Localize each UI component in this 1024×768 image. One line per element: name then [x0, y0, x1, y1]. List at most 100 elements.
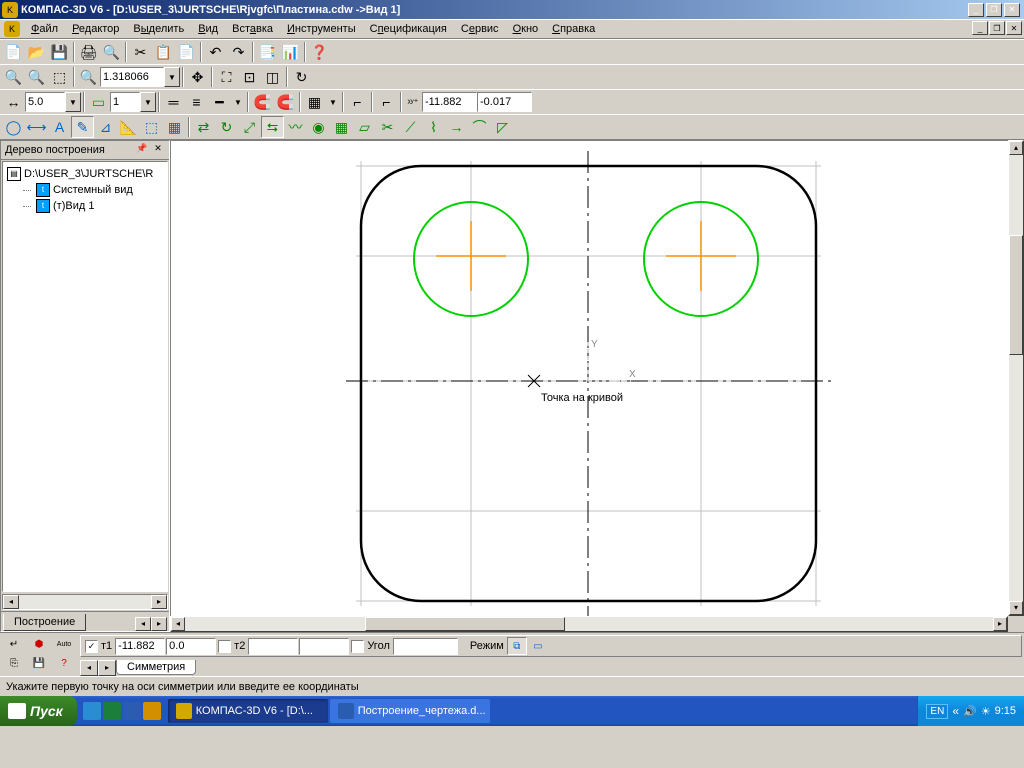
edit-button[interactable]: ✎: [71, 116, 94, 138]
cursor-step-button[interactable]: ↔: [2, 91, 25, 113]
taskbar-kompas[interactable]: КОМПАС-3D V6 - [D:\...: [168, 699, 328, 723]
zoom-in-button[interactable]: 🔍: [2, 66, 25, 88]
tool-copy-grid[interactable]: ▦: [330, 116, 353, 138]
close-button[interactable]: ✕: [1004, 3, 1020, 17]
linestyle-button[interactable]: ═: [162, 91, 185, 113]
zoom-combo[interactable]: ▼: [100, 67, 180, 87]
scroll-right[interactable]: ▸: [993, 617, 1007, 631]
undo-button[interactable]: ↶: [204, 41, 227, 63]
zoom-prev-button[interactable]: ◫: [261, 66, 284, 88]
refresh-button[interactable]: ↻: [290, 66, 313, 88]
geom-button[interactable]: ◯: [2, 116, 25, 138]
prop-stop-button[interactable]: ⬢: [27, 635, 51, 653]
measure-button[interactable]: 📐: [117, 116, 140, 138]
menu-tools[interactable]: Инструменты: [280, 21, 363, 37]
t2-x-input[interactable]: [248, 638, 298, 655]
tray-volume-icon[interactable]: 🔊: [963, 705, 977, 718]
variables-button[interactable]: 📊: [279, 41, 302, 63]
build-tree[interactable]: ▤ D:\USER_3\JURTSCHE\R t Системный вид t…: [2, 161, 168, 592]
mode-move-button[interactable]: ▭: [528, 637, 548, 655]
layer-combo[interactable]: ▼: [110, 92, 156, 112]
tool-copy-curve[interactable]: 〰: [284, 116, 307, 138]
scroll-up[interactable]: ▴: [1009, 141, 1023, 155]
mdi-close[interactable]: ✕: [1006, 21, 1022, 35]
properties-button[interactable]: 📑: [256, 41, 279, 63]
zoom-out-button[interactable]: 🔍: [25, 66, 48, 88]
vscroll-thumb[interactable]: [1009, 235, 1023, 355]
new-button[interactable]: 📄: [2, 41, 25, 63]
prop-remember[interactable]: 💾: [27, 654, 51, 672]
cut-button[interactable]: ✂: [129, 41, 152, 63]
prop-tab-symmetry[interactable]: Симметрия: [116, 660, 196, 675]
open-button[interactable]: 📂: [25, 41, 48, 63]
pan-button[interactable]: ✥: [186, 66, 209, 88]
scroll-down[interactable]: ▾: [1009, 601, 1023, 615]
step-dropdown[interactable]: ▼: [65, 92, 81, 112]
step-combo[interactable]: ▼: [25, 92, 81, 112]
save-button[interactable]: 💾: [48, 41, 71, 63]
tool-break[interactable]: ⌇: [422, 116, 445, 138]
zoom-scale-button[interactable]: 🔍: [77, 66, 100, 88]
drawing-canvas[interactable]: Y X Точка на кривой: [170, 140, 1024, 632]
menu-view[interactable]: Вид: [191, 21, 225, 37]
t2-y-input[interactable]: [299, 638, 349, 655]
tool-mirror[interactable]: ⮀: [261, 116, 284, 138]
start-button[interactable]: Пуск: [0, 696, 77, 726]
tool-copy-circle[interactable]: ◉: [307, 116, 330, 138]
tree-root[interactable]: ▤ D:\USER_3\JURTSCHE\R: [7, 166, 163, 182]
tool-trim2[interactable]: ⟋: [399, 116, 422, 138]
mode-copy-button[interactable]: ⧉: [507, 637, 527, 655]
menu-spec[interactable]: Спецификация: [363, 21, 454, 37]
scroll-right[interactable]: ▸: [151, 595, 167, 609]
param-button[interactable]: ⊿: [94, 116, 117, 138]
tool-scale[interactable]: ⤢: [238, 116, 261, 138]
menu-file[interactable]: Файл: [24, 21, 65, 37]
tool-chamfer[interactable]: ◸: [491, 116, 514, 138]
coord-y-input[interactable]: [477, 92, 532, 112]
select-tools-button[interactable]: ⬚: [140, 116, 163, 138]
prop-tab-prev[interactable]: ◂: [80, 660, 98, 676]
t1-x-input[interactable]: [115, 638, 165, 655]
mdi-restore[interactable]: ❐: [989, 21, 1005, 35]
prop-create-button[interactable]: ↵: [2, 635, 26, 653]
snap2-button[interactable]: 🧲: [274, 91, 297, 113]
tab-scroll-right[interactable]: ▸: [151, 617, 167, 631]
zoom-all-button[interactable]: ⊡: [238, 66, 261, 88]
prop-tab-next[interactable]: ▸: [98, 660, 116, 676]
scroll-left[interactable]: ◂: [171, 617, 185, 631]
tool-fillet[interactable]: ⌒: [468, 116, 491, 138]
tab-scroll-left[interactable]: ◂: [135, 617, 151, 631]
linestyle3-button[interactable]: ━: [208, 91, 231, 113]
zoom-input[interactable]: [100, 67, 164, 87]
prop-copy-props[interactable]: ⎘: [2, 654, 26, 672]
prop-help[interactable]: ?: [52, 654, 76, 672]
help-cursor-button[interactable]: ❓: [308, 41, 331, 63]
linestyle2-button[interactable]: ≡: [185, 91, 208, 113]
language-indicator[interactable]: EN: [926, 704, 948, 719]
grid-dropdown[interactable]: ▼: [326, 91, 340, 113]
hscroll-thumb[interactable]: [365, 617, 565, 631]
menu-insert[interactable]: Вставка: [225, 21, 280, 37]
tree-hscroll[interactable]: ◂ ▸: [2, 594, 168, 610]
step-input[interactable]: [25, 92, 65, 112]
mdi-minimize[interactable]: _: [972, 21, 988, 35]
paste-button[interactable]: 📄: [175, 41, 198, 63]
preview-button[interactable]: 🔍: [100, 41, 123, 63]
ql-ie-icon[interactable]: [83, 702, 101, 720]
tool-trim[interactable]: ✂: [376, 116, 399, 138]
tool-deform[interactable]: ▱: [353, 116, 376, 138]
tray-sun-icon[interactable]: ☀: [981, 705, 991, 718]
panel-tab-build[interactable]: Построение: [3, 614, 86, 631]
notation-button[interactable]: A: [48, 116, 71, 138]
minimize-button[interactable]: _: [968, 3, 984, 17]
redo-button[interactable]: ↷: [227, 41, 250, 63]
tray-arrow-icon[interactable]: «: [952, 704, 959, 718]
ql-excel-icon[interactable]: [103, 702, 121, 720]
tree-item-system-view[interactable]: t Системный вид: [7, 182, 163, 198]
menu-select[interactable]: Выделить: [126, 21, 191, 37]
tool-shift[interactable]: ⇄: [192, 116, 215, 138]
tool-extend[interactable]: →: [445, 116, 468, 138]
angle-check[interactable]: [351, 640, 364, 653]
scroll-left[interactable]: ◂: [3, 595, 19, 609]
mdi-app-icon[interactable]: K: [4, 21, 20, 37]
